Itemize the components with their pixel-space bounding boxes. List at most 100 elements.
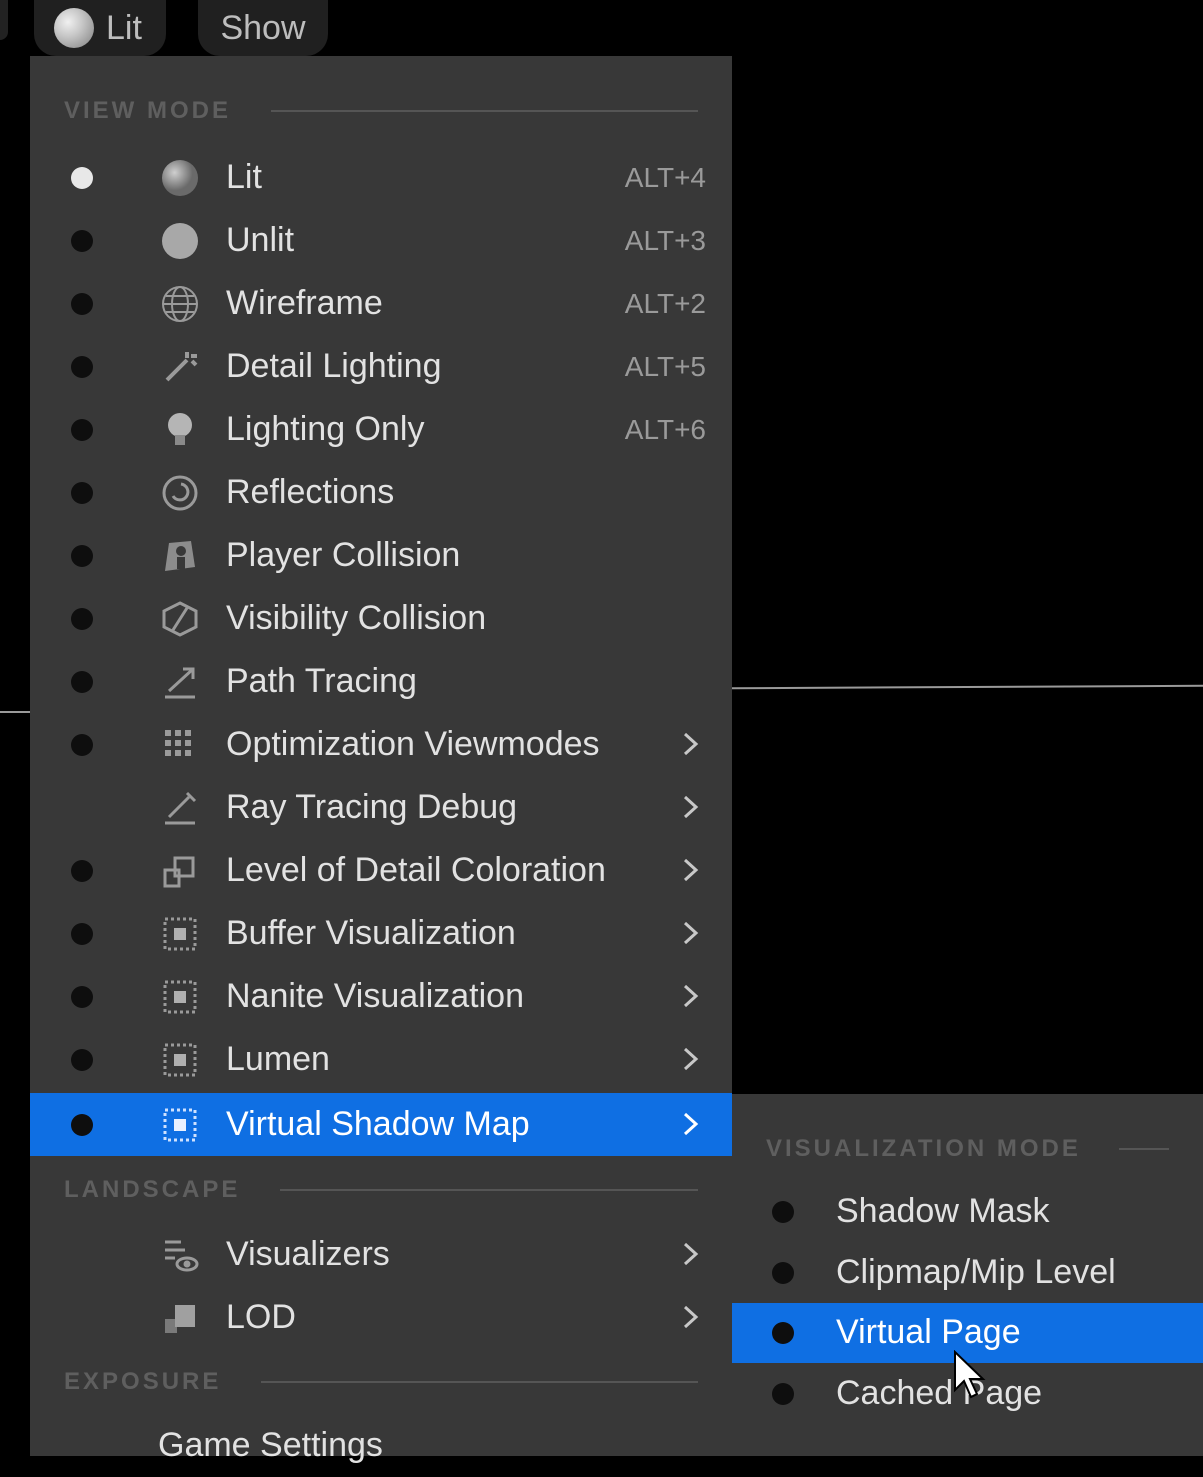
section-visualization-mode-label: VISUALIZATION MODE — [766, 1135, 1081, 1162]
menu-item-label: Game Settings — [158, 1426, 383, 1464]
grid-icon — [160, 725, 200, 765]
submenu-item-clipmap-mip-level[interactable]: Clipmap/Mip Level — [732, 1243, 1203, 1303]
menu-item-reflections[interactable]: Reflections — [30, 461, 732, 524]
section-view-mode: VIEW MODE — [64, 96, 698, 126]
visibility-collision-icon — [160, 599, 200, 639]
menu-item-label: Optimization Viewmodes — [226, 725, 600, 763]
visualization-icon — [160, 1040, 200, 1080]
menu-item-optimization-viewmodes[interactable]: Optimization Viewmodes — [30, 713, 732, 776]
radio-icon — [71, 734, 93, 756]
menu-item-label: Lighting Only — [226, 410, 425, 448]
submenu-item-label: Cached Page — [836, 1374, 1043, 1412]
menu-item-game-settings[interactable]: Game Settings — [30, 1414, 732, 1477]
ray-tracing-icon — [160, 788, 200, 828]
menu-item-visibility-collision[interactable]: Visibility Collision — [30, 587, 732, 650]
section-view-mode-label: VIEW MODE — [64, 97, 232, 124]
view-mode-menu: VIEW MODE Lit ALT+4 Unlit ALT+3 Wirefram… — [30, 56, 732, 1464]
menu-item-lighting-only[interactable]: Lighting Only ALT+6 — [30, 398, 732, 461]
menu-item-label: Lit — [226, 158, 262, 196]
show-button[interactable]: Show — [198, 0, 328, 56]
menu-item-buffer-visualization[interactable]: Buffer Visualization — [30, 902, 732, 965]
lit-sphere-icon — [54, 8, 94, 48]
chevron-right-icon — [683, 984, 699, 1008]
radio-icon — [772, 1322, 794, 1344]
visualization-icon — [160, 1105, 200, 1145]
radio-selected-icon — [71, 167, 93, 189]
chevron-right-icon — [683, 795, 699, 819]
lod-icon — [160, 1298, 200, 1338]
radio-icon — [71, 356, 93, 378]
toolbar-edge — [0, 0, 8, 40]
player-collision-icon — [160, 536, 200, 576]
chevron-right-icon — [683, 732, 699, 756]
radio-icon — [772, 1201, 794, 1223]
radio-icon — [71, 1114, 93, 1136]
menu-item-lit[interactable]: Lit ALT+4 — [30, 146, 732, 209]
menu-item-label: Visibility Collision — [226, 599, 487, 637]
shortcut-label: ALT+6 — [624, 413, 706, 445]
radio-icon — [71, 1049, 93, 1071]
submenu-item-label: Virtual Page — [836, 1313, 1021, 1351]
menu-item-label: Player Collision — [226, 536, 461, 574]
visualization-icon — [160, 914, 200, 954]
viewport-line-left — [0, 711, 30, 713]
submenu-item-shadow-mask[interactable]: Shadow Mask — [732, 1182, 1203, 1242]
viewport-line-right — [731, 684, 1203, 690]
section-exposure: EXPOSURE — [64, 1367, 698, 1397]
radio-icon — [772, 1262, 794, 1284]
lod-coloration-icon — [160, 851, 200, 891]
chevron-right-icon — [683, 921, 699, 945]
shortcut-label: ALT+2 — [624, 287, 706, 319]
section-divider — [261, 1381, 698, 1383]
menu-item-label: LOD — [226, 1298, 296, 1336]
view-mode-button[interactable]: Lit — [34, 0, 166, 56]
menu-item-visualizers[interactable]: Visualizers — [30, 1223, 732, 1286]
menu-item-player-collision[interactable]: Player Collision — [30, 524, 732, 587]
menu-item-label: Path Tracing — [226, 662, 417, 700]
menu-item-unlit[interactable]: Unlit ALT+3 — [30, 209, 732, 272]
section-divider — [271, 110, 698, 112]
radio-icon — [71, 671, 93, 693]
chevron-right-icon — [683, 1305, 699, 1329]
menu-item-virtual-shadow-map[interactable]: Virtual Shadow Map — [30, 1093, 732, 1156]
menu-item-label: Unlit — [226, 221, 295, 259]
visualization-icon — [160, 977, 200, 1017]
menu-item-nanite-visualization[interactable]: Nanite Visualization — [30, 965, 732, 1028]
menu-item-label: Virtual Shadow Map — [226, 1105, 530, 1143]
menu-item-wireframe[interactable]: Wireframe ALT+2 — [30, 272, 732, 335]
submenu-item-label: Clipmap/Mip Level — [836, 1253, 1116, 1291]
menu-item-label: Visualizers — [226, 1235, 390, 1273]
menu-item-ray-tracing-debug[interactable]: Ray Tracing Debug — [30, 776, 732, 839]
wireframe-sphere-icon — [160, 284, 200, 324]
shortcut-label: ALT+4 — [624, 161, 706, 193]
chevron-right-icon — [683, 858, 699, 882]
show-label: Show — [220, 8, 306, 47]
radio-icon — [71, 230, 93, 252]
view-mode-label: Lit — [106, 8, 142, 47]
menu-item-label: Ray Tracing Debug — [226, 788, 518, 826]
menu-item-label: Nanite Visualization — [226, 977, 524, 1015]
menu-item-lumen[interactable]: Lumen — [30, 1028, 732, 1091]
menu-item-lod-coloration[interactable]: Level of Detail Coloration — [30, 839, 732, 902]
radio-icon — [71, 860, 93, 882]
radio-icon — [71, 608, 93, 630]
submenu-item-label: Shadow Mask — [836, 1192, 1050, 1230]
menu-item-detail-lighting[interactable]: Detail Lighting ALT+5 — [30, 335, 732, 398]
light-bulb-icon — [160, 410, 200, 450]
radio-icon — [71, 545, 93, 567]
detail-lighting-icon — [160, 347, 200, 387]
section-divider — [1118, 1148, 1169, 1150]
menu-item-label: Buffer Visualization — [226, 914, 516, 952]
lit-sphere-icon — [160, 158, 200, 198]
menu-item-label: Level of Detail Coloration — [226, 851, 606, 889]
radio-icon — [71, 419, 93, 441]
menu-item-label: Wireframe — [226, 284, 383, 322]
menu-item-lod[interactable]: LOD — [30, 1286, 732, 1349]
radio-icon — [71, 482, 93, 504]
mouse-cursor-icon — [954, 1350, 986, 1399]
radio-icon — [71, 986, 93, 1008]
menu-item-label: Lumen — [226, 1040, 330, 1078]
shortcut-label: ALT+3 — [624, 224, 706, 256]
section-exposure-label: EXPOSURE — [64, 1368, 222, 1395]
menu-item-path-tracing[interactable]: Path Tracing — [30, 650, 732, 713]
